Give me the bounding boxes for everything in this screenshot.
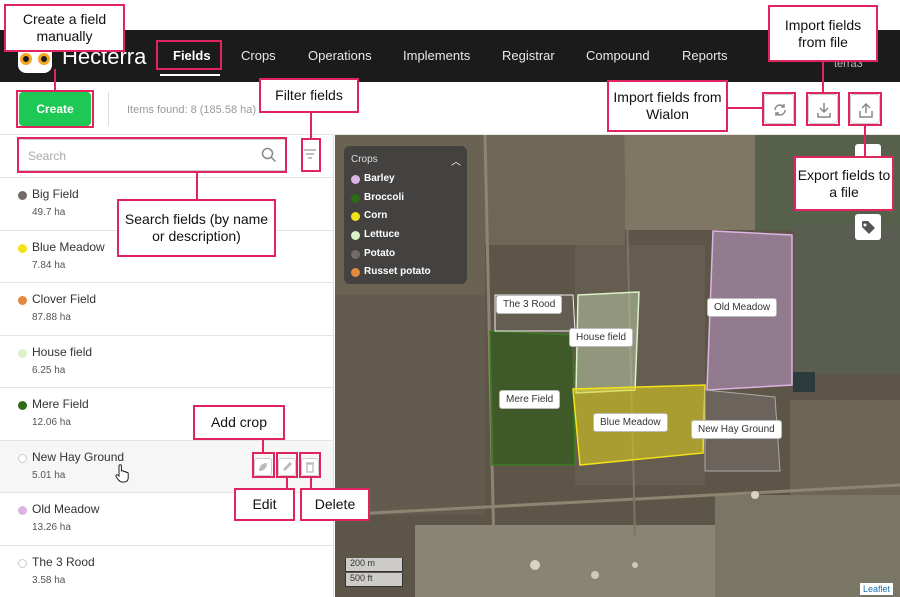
crop-color-dot (18, 558, 27, 568)
callout-connector (728, 107, 762, 109)
callout-text: Create a field manually (22, 11, 107, 44)
legend-label: Russet potato (364, 266, 431, 277)
callout-connector (864, 126, 866, 156)
field-area: 7.84 ha (32, 259, 66, 271)
callout-import-file: Import fields from file (768, 5, 878, 62)
field-area: 6.25 ha (32, 364, 66, 376)
map-field-label[interactable]: The 3 Rood (496, 295, 563, 314)
hand-cursor-icon (115, 463, 129, 482)
highlight-import-file (806, 92, 840, 126)
legend-title: Crops (351, 154, 378, 165)
crop-color-dot (18, 296, 27, 305)
field-name: Big Field (32, 187, 79, 201)
field-name: New Hay Ground (32, 449, 125, 464)
map-field-label[interactable]: Old Meadow (707, 298, 778, 317)
legend-label: Barley (364, 173, 395, 184)
callout-export: Export fields to a file (794, 156, 894, 211)
map-attribution[interactable]: Leaflet (860, 583, 894, 595)
callout-connector (196, 172, 198, 200)
callout-text: Import fields from file (784, 16, 862, 50)
callout-connector (262, 440, 264, 452)
map-field-label[interactable]: House field (569, 328, 634, 347)
crop-color-dot (18, 191, 27, 200)
highlight-delete (299, 452, 321, 478)
legend-dot (351, 231, 360, 240)
field-name: Blue Meadow (32, 239, 105, 254)
callout-search: Search fields (by name or description) (117, 199, 276, 257)
nav-tab-operations[interactable]: Operations (308, 48, 372, 63)
items-found-count: Items found: 8 (185.58 ha) (127, 104, 257, 116)
label-toggle-button[interactable] (855, 214, 881, 240)
nav-tab-implements[interactable]: Implements (403, 48, 470, 63)
callout-text: Export fields to a file (797, 166, 891, 200)
callout-text: Import fields from Wialon (613, 89, 722, 122)
list-item[interactable]: House field 6.25 ha (0, 334, 333, 388)
crop-color-dot (18, 453, 27, 463)
callout-connector (54, 69, 56, 91)
nav-tab-crops[interactable]: Crops (241, 48, 276, 63)
callout-connector (310, 113, 312, 138)
highlight-filter (301, 138, 321, 172)
callout-text: Delete (314, 496, 356, 512)
map-field-label[interactable]: Mere Field (499, 390, 561, 409)
legend-label: Potato (364, 248, 396, 259)
field-area: 49.7 ha (32, 207, 66, 218)
field-name: Clover Field (32, 292, 97, 306)
callout-connector (822, 62, 824, 92)
callout-create: Create a field manually (4, 4, 125, 52)
highlight-search (17, 137, 287, 173)
highlight-export (848, 92, 882, 126)
field-name: House field (32, 344, 93, 359)
callout-text: Add crop (210, 414, 268, 430)
scale-metric: 200 m (345, 558, 403, 572)
highlight-import-wialon (762, 92, 796, 126)
map-field-label[interactable]: New Hay Ground (691, 420, 782, 439)
highlight-edit (276, 452, 298, 478)
legend-dot (351, 250, 360, 259)
field-name: The 3 Rood (32, 554, 95, 569)
callout-filter: Filter fields (259, 78, 359, 113)
legend-label: Broccoli (364, 192, 405, 203)
field-name: Old Meadow (32, 502, 100, 516)
highlight-create-button (16, 90, 94, 128)
legend-label: Corn (364, 210, 388, 221)
active-tab-indicator (160, 74, 220, 76)
field-area: 13.26 ha (32, 522, 71, 533)
highlight-add-crop (252, 452, 275, 478)
callout-add-crop: Add crop (193, 405, 285, 440)
crop-color-dot (18, 348, 27, 358)
highlight-fields-tab (156, 40, 222, 70)
list-item[interactable]: The 3 Rood 3.58 ha (0, 544, 333, 597)
scale-imperial: 500 ft (345, 573, 403, 587)
callout-import-wialon: Import fields from Wialon (607, 80, 728, 132)
field-area: 12.06 ha (32, 417, 71, 428)
callout-text: Edit (252, 496, 277, 512)
chevron-up-icon[interactable]: ︿ (451, 153, 461, 168)
callout-text: Search fields (by name or description) (124, 211, 269, 244)
nav-tab-registrar[interactable]: Registrar (502, 48, 555, 63)
legend-label: Lettuce (364, 229, 400, 240)
legend-dot (351, 212, 360, 221)
list-item[interactable]: Clover Field 87.88 ha (0, 282, 333, 335)
field-name: Mere Field (32, 397, 89, 411)
map-field-label[interactable]: Blue Meadow (593, 413, 668, 432)
tag-icon (862, 221, 875, 234)
field-area: 3.58 ha (32, 574, 66, 586)
top-navigation-bar: Hecterra Fields Crops Operations Impleme… (0, 30, 900, 82)
legend-dot (351, 268, 360, 277)
legend-dot (351, 194, 360, 203)
field-area: 5.01 ha (32, 469, 66, 481)
crop-color-dot (18, 401, 27, 410)
callout-delete: Delete (300, 488, 370, 521)
crops-legend: Crops ︿ Barley Broccoli Corn Lettuce Pot… (344, 146, 467, 284)
crop-color-dot (18, 506, 27, 515)
nav-tab-compound[interactable]: Compound (586, 48, 650, 63)
legend-dot (351, 175, 360, 184)
field-area: 87.88 ha (32, 312, 71, 323)
callout-text: Filter fields (275, 87, 343, 103)
callout-edit: Edit (234, 488, 295, 521)
crop-color-dot (18, 243, 27, 253)
toolbar-divider (108, 92, 109, 126)
nav-tab-reports[interactable]: Reports (682, 48, 728, 63)
